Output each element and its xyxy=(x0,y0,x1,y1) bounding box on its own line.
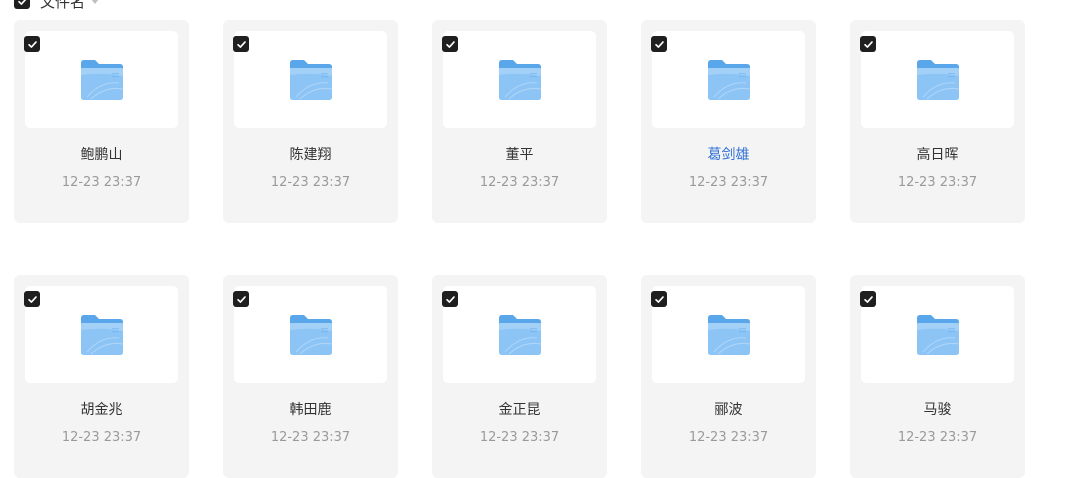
folder-name[interactable]: 高日晖 xyxy=(850,144,1025,164)
folder-card[interactable]: 鲍鹏山 12-23 23:37 xyxy=(14,20,189,223)
folder-name[interactable]: 葛剑雄 xyxy=(641,144,816,164)
folder-date: 12-23 23:37 xyxy=(688,430,769,445)
folder-checkbox[interactable] xyxy=(651,291,667,307)
folder-thumbnail[interactable] xyxy=(234,31,387,128)
folder-icon xyxy=(915,314,961,356)
folder-thumbnail[interactable] xyxy=(443,286,596,383)
folder-thumbnail[interactable] xyxy=(652,31,805,128)
list-header: 文件名 xyxy=(14,0,100,12)
folder-checkbox[interactable] xyxy=(442,291,458,307)
checkmark-icon xyxy=(27,40,37,48)
folder-checkbox[interactable] xyxy=(24,36,40,52)
folder-name[interactable]: 董平 xyxy=(432,144,607,164)
folder-thumbnail[interactable] xyxy=(25,286,178,383)
checkmark-icon xyxy=(17,0,26,5)
checkmark-icon xyxy=(654,40,664,48)
folder-icon xyxy=(79,314,125,356)
folder-checkbox[interactable] xyxy=(233,36,249,52)
folder-name[interactable]: 马骏 xyxy=(850,399,1025,419)
folder-icon xyxy=(915,59,961,101)
folder-date: 12-23 23:37 xyxy=(479,175,560,190)
folder-card[interactable]: 郦波 12-23 23:37 xyxy=(641,275,816,478)
sort-by-name-label[interactable]: 文件名 xyxy=(40,0,85,12)
checkmark-icon xyxy=(236,40,246,48)
checkmark-icon xyxy=(654,295,664,303)
checkmark-icon xyxy=(863,40,873,48)
folder-name[interactable]: 鲍鹏山 xyxy=(14,144,189,164)
folder-date: 12-23 23:37 xyxy=(61,430,142,445)
folder-thumbnail[interactable] xyxy=(861,31,1014,128)
select-all-checkbox[interactable] xyxy=(14,0,30,9)
folder-checkbox[interactable] xyxy=(24,291,40,307)
folder-icon xyxy=(288,59,334,101)
checkmark-icon xyxy=(445,40,455,48)
folder-name[interactable]: 金正昆 xyxy=(432,399,607,419)
folder-thumbnail[interactable] xyxy=(861,286,1014,383)
folder-thumbnail[interactable] xyxy=(234,286,387,383)
folder-name[interactable]: 胡金兆 xyxy=(14,399,189,419)
folder-icon xyxy=(497,59,543,101)
folder-checkbox[interactable] xyxy=(860,36,876,52)
folder-grid: 鲍鹏山 12-23 23:37 陈建翔 12-23 23:37 董平 12-23… xyxy=(14,20,1025,478)
folder-name[interactable]: 郦波 xyxy=(641,399,816,419)
checkmark-icon xyxy=(236,295,246,303)
folder-icon xyxy=(79,59,125,101)
folder-card[interactable]: 马骏 12-23 23:37 xyxy=(850,275,1025,478)
folder-checkbox[interactable] xyxy=(651,36,667,52)
caret-down-icon[interactable] xyxy=(91,0,100,4)
folder-icon xyxy=(706,59,752,101)
folder-name[interactable]: 韩田鹿 xyxy=(223,399,398,419)
folder-date: 12-23 23:37 xyxy=(897,430,978,445)
folder-thumbnail[interactable] xyxy=(443,31,596,128)
folder-date: 12-23 23:37 xyxy=(897,175,978,190)
folder-card[interactable]: 高日晖 12-23 23:37 xyxy=(850,20,1025,223)
checkmark-icon xyxy=(27,295,37,303)
folder-card[interactable]: 胡金兆 12-23 23:37 xyxy=(14,275,189,478)
folder-thumbnail[interactable] xyxy=(652,286,805,383)
folder-card[interactable]: 韩田鹿 12-23 23:37 xyxy=(223,275,398,478)
folder-card[interactable]: 董平 12-23 23:37 xyxy=(432,20,607,223)
folder-date: 12-23 23:37 xyxy=(688,175,769,190)
folder-card[interactable]: 陈建翔 12-23 23:37 xyxy=(223,20,398,223)
folder-icon xyxy=(288,314,334,356)
folder-checkbox[interactable] xyxy=(860,291,876,307)
folder-checkbox[interactable] xyxy=(442,36,458,52)
folder-card[interactable]: 金正昆 12-23 23:37 xyxy=(432,275,607,478)
checkmark-icon xyxy=(863,295,873,303)
checkmark-icon xyxy=(445,295,455,303)
folder-name[interactable]: 陈建翔 xyxy=(223,144,398,164)
folder-date: 12-23 23:37 xyxy=(61,175,142,190)
folder-thumbnail[interactable] xyxy=(25,31,178,128)
folder-checkbox[interactable] xyxy=(233,291,249,307)
folder-date: 12-23 23:37 xyxy=(270,175,351,190)
folder-date: 12-23 23:37 xyxy=(270,430,351,445)
folder-date: 12-23 23:37 xyxy=(479,430,560,445)
folder-icon xyxy=(497,314,543,356)
folder-icon xyxy=(706,314,752,356)
folder-card[interactable]: 葛剑雄 12-23 23:37 xyxy=(641,20,816,223)
